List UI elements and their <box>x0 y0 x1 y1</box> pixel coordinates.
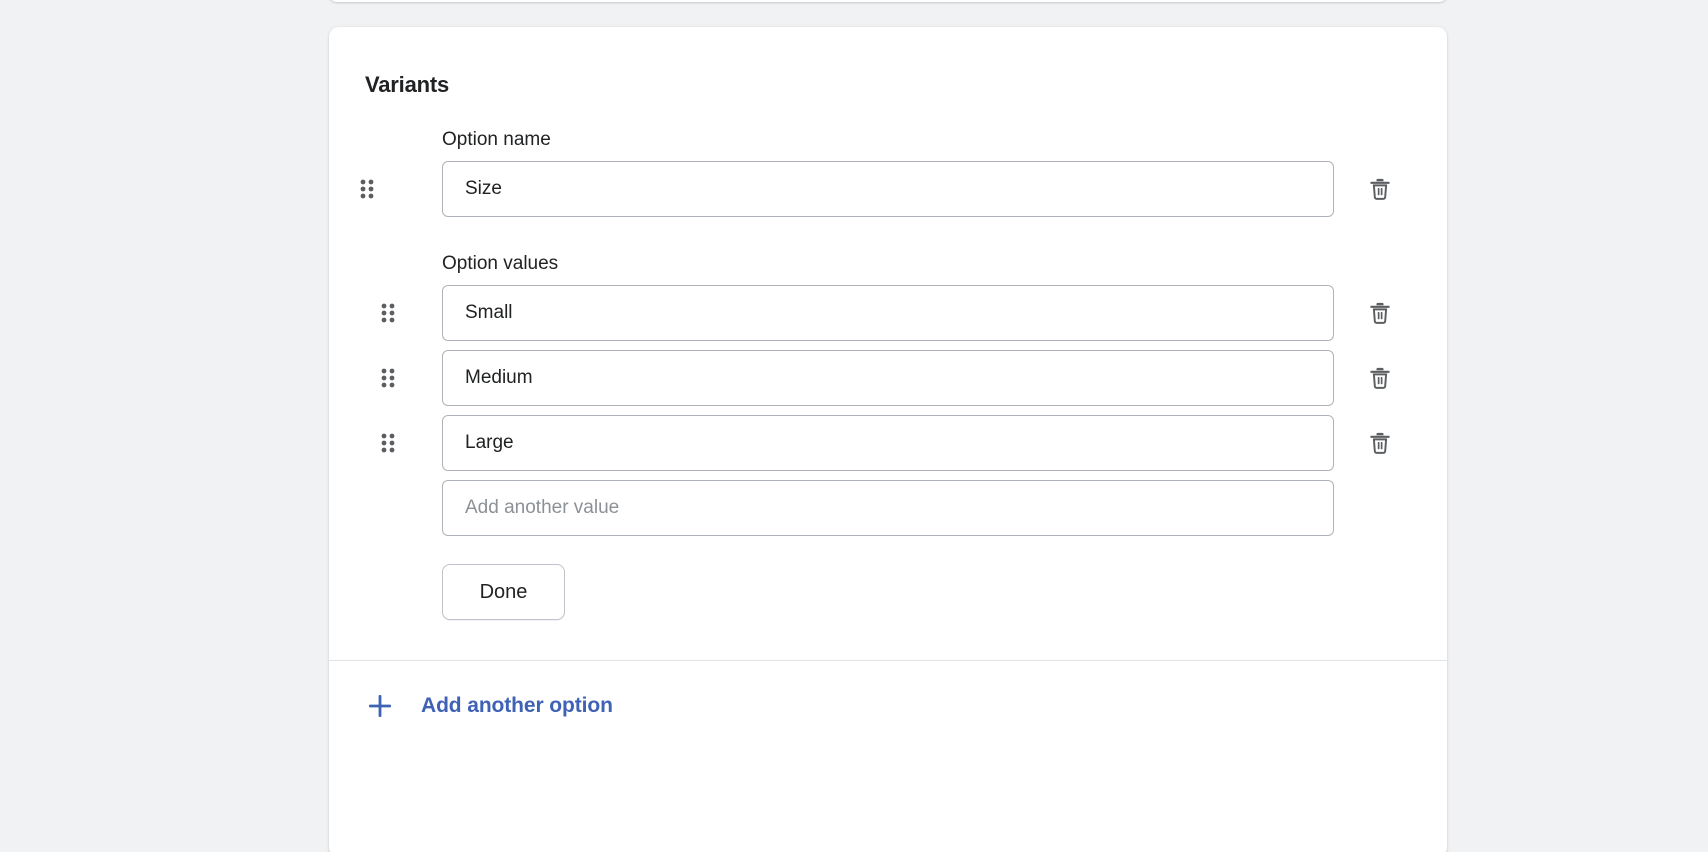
option-values-label: Option values <box>442 251 1447 277</box>
previous-card-partial <box>329 0 1447 2</box>
option-name-input[interactable] <box>442 161 1334 217</box>
delete-option-value-button[interactable] <box>1358 421 1402 465</box>
page-root: Variants Option name <box>0 0 1708 852</box>
option-values-block: Option values <box>329 251 1447 620</box>
option-value-input[interactable] <box>442 415 1334 471</box>
option-value-input[interactable] <box>442 285 1334 341</box>
drag-handle-icon[interactable] <box>376 296 400 330</box>
option-name-block: Option name <box>329 127 1447 251</box>
variants-section: Variants Option name <box>329 27 1447 751</box>
delete-option-value-button[interactable] <box>1358 356 1402 400</box>
add-option-value-row <box>329 480 1447 536</box>
option-value-row <box>329 285 1447 341</box>
drag-handle-icon[interactable] <box>355 172 379 206</box>
option-value-handle-wrap <box>329 426 442 460</box>
drag-handle-icon[interactable] <box>376 426 400 460</box>
option-value-handle-wrap <box>329 296 442 330</box>
option-value-row <box>329 415 1447 471</box>
page-title: Variants <box>365 72 1447 98</box>
delete-option-value-button[interactable] <box>1358 291 1402 335</box>
variants-card: Variants Option name <box>329 27 1447 852</box>
option-value-row <box>329 350 1447 406</box>
add-another-option-label: Add another option <box>421 694 613 718</box>
delete-option-name-button[interactable] <box>1358 167 1402 211</box>
done-button[interactable]: Done <box>442 564 565 620</box>
option-name-label: Option name <box>442 127 1447 153</box>
add-another-option-button[interactable]: Add another option <box>329 661 1447 751</box>
option-name-row <box>329 161 1447 217</box>
option-value-input[interactable] <box>442 350 1334 406</box>
done-row: Done <box>329 564 1447 620</box>
option-value-handle-wrap <box>329 361 442 395</box>
drag-handle-icon[interactable] <box>376 361 400 395</box>
option-name-handle-wrap <box>329 172 442 206</box>
plus-icon <box>365 691 395 721</box>
add-option-value-input[interactable] <box>442 480 1334 536</box>
